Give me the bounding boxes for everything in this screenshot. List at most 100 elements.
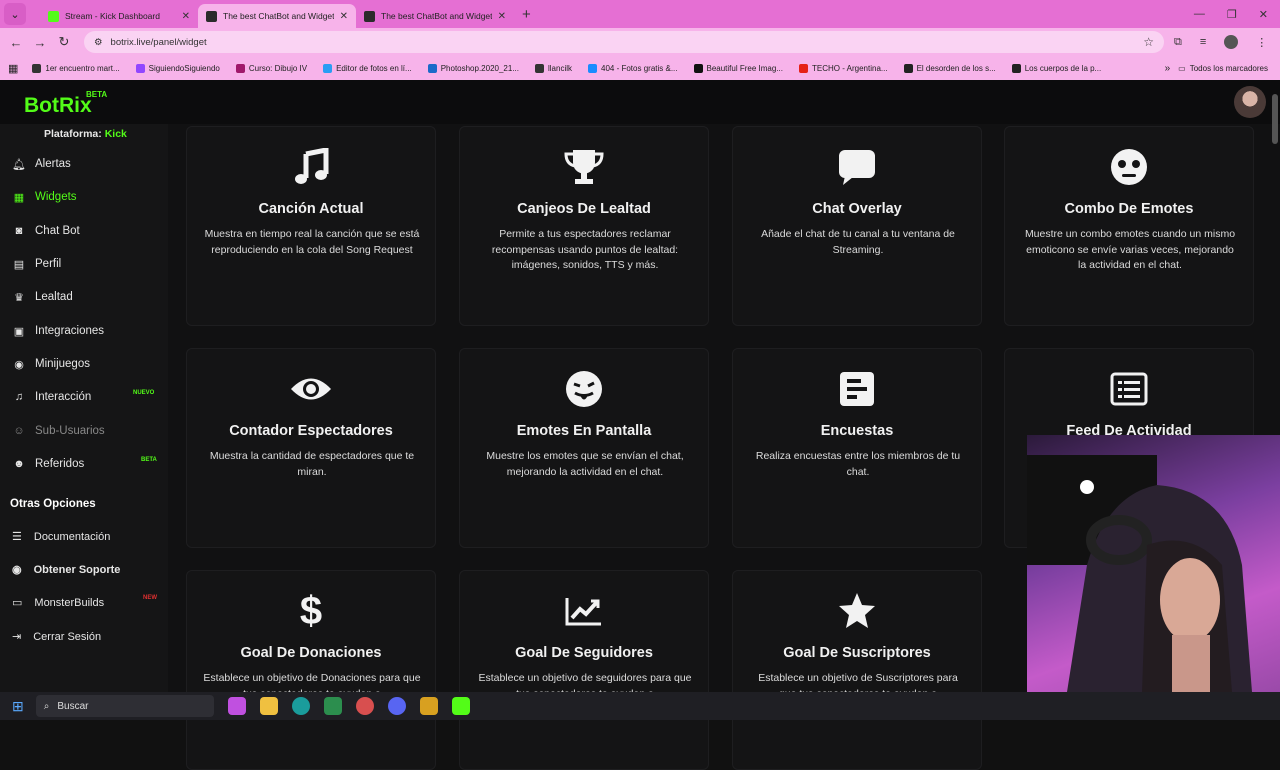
minimize-icon[interactable]: — bbox=[1194, 8, 1205, 21]
beta-badge: BETA bbox=[141, 457, 157, 463]
media-icon[interactable]: ≡ bbox=[1200, 36, 1206, 48]
all-bookmarks-folder[interactable]: ▭ Todos los marcadores bbox=[1170, 64, 1276, 73]
bookmark-item[interactable]: 1er encuentro mart... bbox=[24, 63, 127, 73]
widget-card-emotes-en-pantalla[interactable]: Emotes En Pantalla Muestre los emotes qu… bbox=[459, 348, 709, 548]
card-title: Combo De Emotes bbox=[1064, 201, 1194, 217]
bookmark-item[interactable]: 404 - Fotos gratis &... bbox=[580, 63, 685, 73]
bell-icon: 🔔︎ bbox=[12, 158, 26, 171]
robot-icon: ◙ bbox=[15, 225, 23, 237]
page-scrollbar[interactable] bbox=[1272, 94, 1278, 144]
sidebar-item-widgets[interactable]: ▦ Widgets bbox=[12, 187, 77, 207]
tongue-emoji-icon bbox=[460, 369, 708, 409]
sidebar-item-integraciones[interactable]: ▣ Integraciones bbox=[12, 321, 104, 341]
widget-card-combo-de-emotes[interactable]: Combo De Emotes Muestre un combo emotes … bbox=[1004, 126, 1254, 326]
chrome-icon[interactable] bbox=[355, 697, 374, 715]
layers-icon: ▦ bbox=[13, 191, 25, 204]
card-title: Contador Espectadores bbox=[229, 423, 393, 439]
cerrar-sesion-link[interactable]: ⇥ Cerrar Sesión bbox=[12, 630, 101, 644]
new-tab-button[interactable]: + bbox=[522, 6, 531, 23]
close-tab-icon[interactable]: ✕ bbox=[182, 11, 190, 22]
sidebar-item-sub-usuarios[interactable]: ☺ Sub-Usuarios bbox=[12, 421, 104, 441]
windows-start-icon[interactable]: ⊞ bbox=[12, 698, 24, 715]
edge-icon[interactable] bbox=[291, 697, 310, 715]
sidebar-item-lealtad[interactable]: ♛ Lealtad bbox=[12, 287, 73, 307]
bookmark-icon bbox=[693, 63, 703, 73]
user-avatar[interactable] bbox=[1234, 86, 1266, 118]
store-icon[interactable] bbox=[323, 697, 342, 715]
close-window-icon[interactable]: ✕ bbox=[1259, 8, 1268, 21]
plug-icon: ▣ bbox=[13, 325, 25, 338]
bookmark-item[interactable]: llancilk bbox=[527, 63, 580, 73]
bookmark-item[interactable]: Los cuerpos de la p... bbox=[1004, 63, 1110, 73]
extensions-icon[interactable]: ⧉ bbox=[1174, 36, 1182, 49]
search-icon: ⌕ bbox=[43, 700, 50, 712]
botrix-logo[interactable]: BotRix BETA bbox=[24, 90, 107, 118]
sidebar-item-perfil[interactable]: ▤ Perfil bbox=[12, 254, 61, 274]
bookmark-item[interactable]: Curso: Dibujo IV bbox=[228, 63, 315, 73]
card-title: Emotes En Pantalla bbox=[516, 423, 652, 439]
otras-opciones-heading: Otras Opciones bbox=[10, 498, 96, 510]
menu-icon[interactable]: ⋮ bbox=[1256, 36, 1267, 49]
close-tab-icon[interactable]: ✕ bbox=[340, 11, 348, 22]
widget-card-goal-de-donaciones[interactable]: $ Goal De Donaciones Establece un objeti… bbox=[186, 570, 436, 770]
sidebar-item-referidos[interactable]: ☻ Referidos bbox=[12, 454, 84, 474]
bookmark-item[interactable]: SiguiendoSiguiendo bbox=[128, 63, 228, 73]
new-red-badge: NEW bbox=[143, 595, 157, 601]
browser-tab[interactable]: Stream - Kick Dashboard ✕ bbox=[40, 4, 198, 28]
documentacion-link[interactable]: ☰ Documentación bbox=[12, 530, 110, 544]
restore-icon[interactable]: ❐ bbox=[1227, 8, 1237, 21]
site-info-icon[interactable]: ⚙ bbox=[94, 37, 103, 48]
emote-face-icon bbox=[1005, 147, 1253, 187]
sidebar-item-interaccion[interactable]: ♫ Interacción bbox=[12, 387, 91, 407]
sidebar-item-minijuegos[interactable]: ◉ Minijuegos bbox=[12, 354, 90, 374]
widget-card-encuestas[interactable]: Encuestas Realiza encuestas entre los mi… bbox=[732, 348, 982, 548]
bookmark-item[interactable]: Photoshop.2020_21... bbox=[420, 63, 527, 73]
bookmark-icon bbox=[1011, 63, 1021, 73]
sidebar-item-alertas[interactable]: 🔔︎ Alertas bbox=[12, 154, 71, 174]
widget-card-cancion-actual[interactable]: Canción Actual Muestra en tiempo real la… bbox=[186, 126, 436, 326]
card-description: Añade el chat de tu canal a tu ventana d… bbox=[761, 228, 955, 256]
bookmark-star-icon[interactable]: ☆ bbox=[1143, 35, 1154, 49]
tab-title: The best ChatBot and Widgets bbox=[223, 11, 334, 21]
bookmark-item[interactable]: TECHO - Argentina... bbox=[791, 63, 896, 73]
card-description: Muestre un combo emotes cuando un mismo … bbox=[1024, 228, 1236, 271]
browser-tab-active[interactable]: The best ChatBot and Widgets ✕ bbox=[198, 4, 356, 28]
forward-icon[interactable]: → bbox=[28, 35, 52, 50]
url-input[interactable]: ⚙ botrix.live/panel/widget ☆ bbox=[84, 31, 1164, 53]
widget-card-chat-overlay[interactable]: Chat Overlay Añade el chat de tu canal a… bbox=[732, 126, 982, 326]
app-header: BotRix BETA bbox=[0, 80, 1280, 124]
webcam-overlay-image bbox=[1027, 435, 1280, 692]
widget-card-goal-de-seguidores[interactable]: Goal De Seguidores Establece un objetivo… bbox=[459, 570, 709, 770]
widget-card-canjeos-de-lealtad[interactable]: Canjeos De Lealtad Permite a tus especta… bbox=[459, 126, 709, 326]
file-explorer-icon[interactable] bbox=[259, 697, 278, 715]
discord-icon[interactable] bbox=[387, 697, 406, 715]
profile-avatar[interactable] bbox=[1224, 35, 1239, 49]
kick-favicon-icon bbox=[48, 10, 59, 22]
apps-grid-icon[interactable]: ▦ bbox=[8, 62, 18, 75]
browser-tab-strip: ⌄ Stream - Kick Dashboard ✕ The best Cha… bbox=[0, 0, 1280, 28]
card-title: Canción Actual bbox=[258, 201, 364, 217]
logout-icon: ⇥ bbox=[12, 631, 22, 643]
tab-search-button[interactable]: ⌄ bbox=[4, 3, 26, 25]
bookmark-icon bbox=[798, 63, 808, 73]
copilot-icon[interactable] bbox=[227, 697, 246, 715]
monsterbuilds-link[interactable]: ▭ MonsterBuilds bbox=[12, 596, 104, 610]
obtener-soporte-link[interactable]: ◉ Obtener Soporte bbox=[12, 563, 120, 577]
bookmark-icon bbox=[135, 63, 145, 73]
gamepad-icon: ◉ bbox=[14, 358, 24, 371]
sidebar-item-chat-bot[interactable]: ◙ Chat Bot bbox=[12, 221, 80, 241]
app-icon[interactable] bbox=[419, 697, 438, 715]
taskbar-search[interactable]: ⌕ Buscar bbox=[35, 695, 214, 717]
bookmark-item[interactable]: El desorden de los s... bbox=[896, 63, 1004, 73]
star-icon bbox=[733, 591, 981, 631]
browser-tab[interactable]: The best ChatBot and Widgets ✕ bbox=[356, 4, 514, 28]
widget-card-goal-de-suscriptores[interactable]: Goal De Suscriptores Establece un objeti… bbox=[732, 570, 982, 770]
kick-app-icon[interactable] bbox=[451, 697, 470, 715]
back-icon[interactable]: ← bbox=[4, 35, 28, 50]
bookmark-item[interactable]: Editor de fotos en lí... bbox=[315, 63, 420, 73]
chart-line-icon bbox=[460, 591, 708, 631]
close-tab-icon[interactable]: ✕ bbox=[498, 11, 506, 22]
reload-icon[interactable]: ↻ bbox=[52, 34, 76, 50]
widget-card-contador-espectadores[interactable]: Contador Espectadores Muestra la cantida… bbox=[186, 348, 436, 548]
bookmark-item[interactable]: Beautiful Free Imag... bbox=[686, 63, 791, 73]
